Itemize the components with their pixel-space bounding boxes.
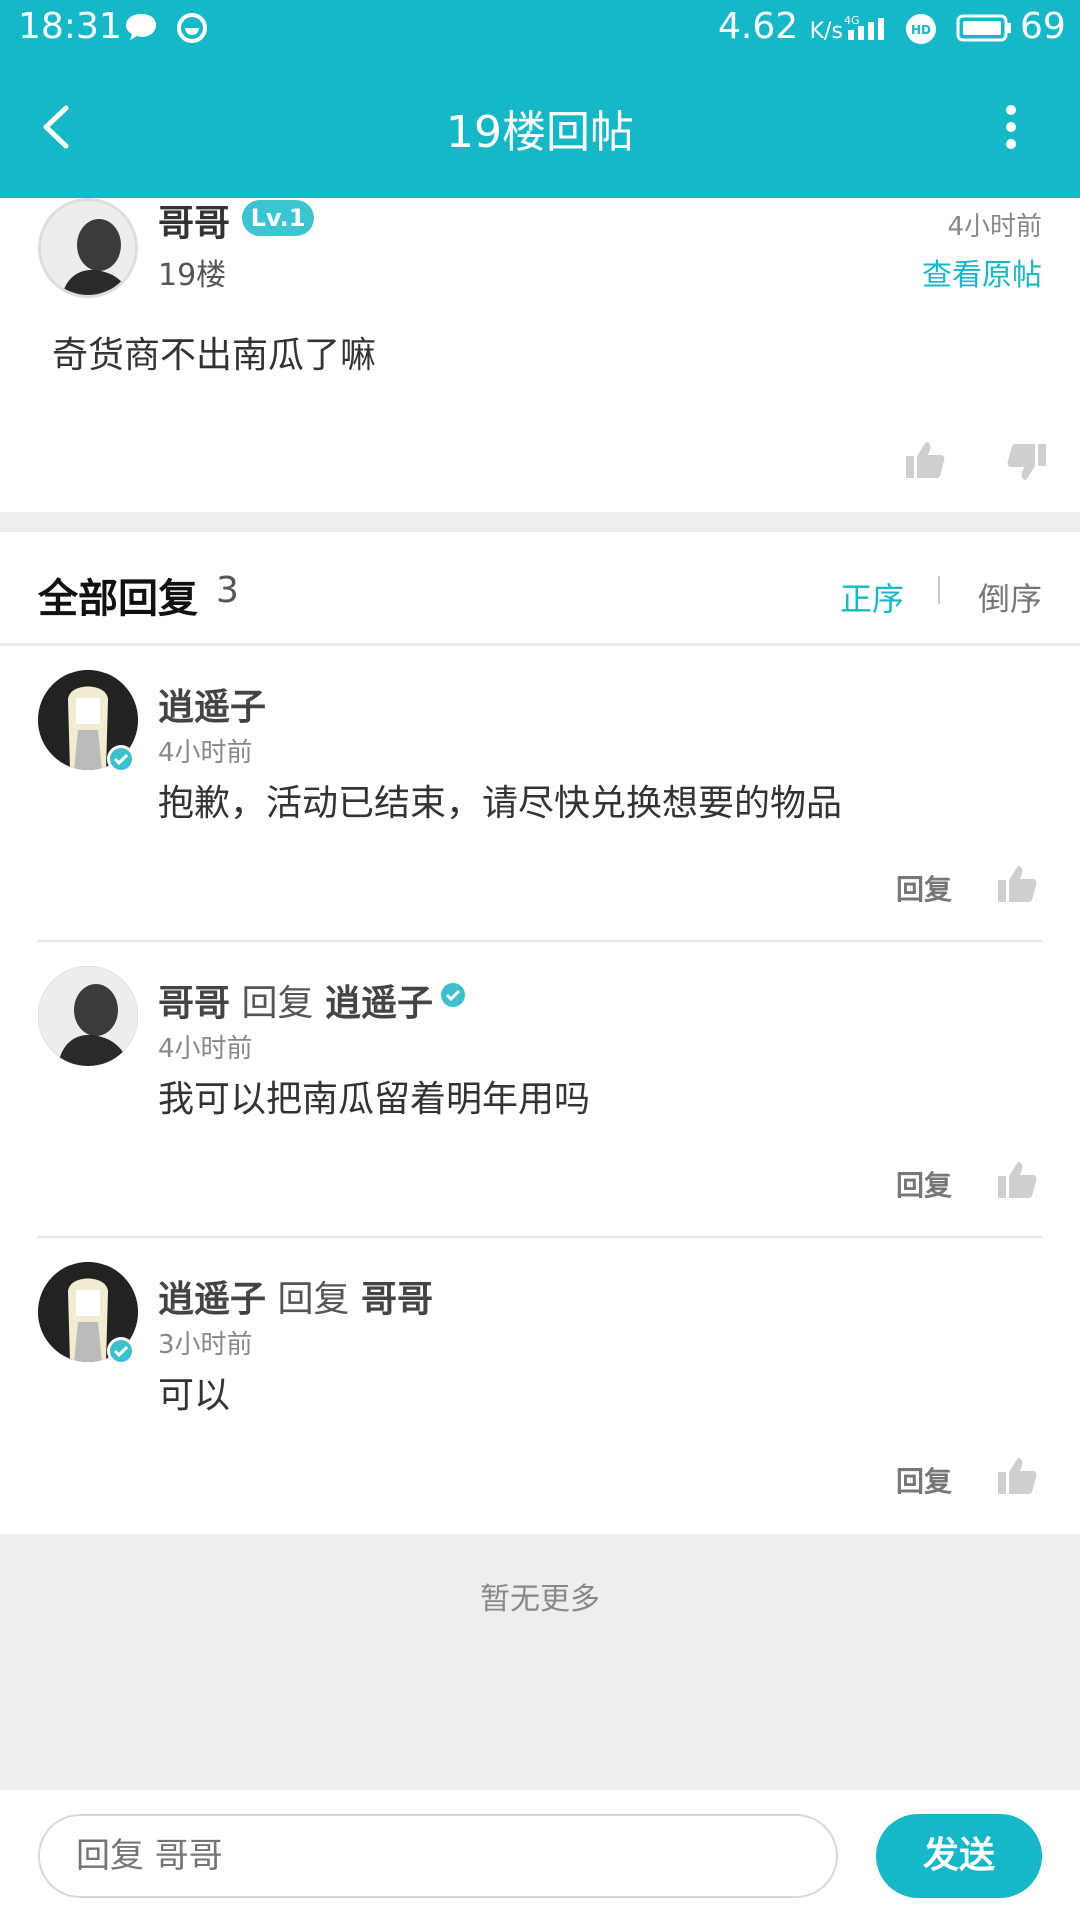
reply-button[interactable]: 回复: [896, 868, 952, 908]
reply-to-word: 回复: [241, 983, 314, 1024]
app-notification-icon: [177, 13, 207, 43]
replies-count: 3: [216, 570, 239, 611]
commenter-name[interactable]: 逍遥子: [158, 687, 266, 728]
floor-post: 哥哥 Lv.1 19楼 4小时前 查看原帖 奇货商不出南瓜了嘛: [0, 198, 1080, 512]
thumbs-down-icon[interactable]: [1006, 442, 1048, 484]
commenter-avatar[interactable]: [38, 966, 138, 1066]
more-options-icon[interactable]: [996, 102, 1026, 152]
comment-time: 4小时前: [158, 738, 253, 768]
verified-badge-icon: [441, 983, 465, 1007]
svg-text:HD: HD: [911, 23, 931, 37]
thumbs-up-icon[interactable]: [996, 1454, 1038, 1496]
post-time: 4小时前: [947, 212, 1042, 242]
reply-button[interactable]: 回复: [896, 1460, 952, 1500]
no-more-text: 暂无更多: [480, 1582, 600, 1617]
status-bar: 18:31 4.62 K/s 4G HD 69: [0, 0, 1080, 56]
comment-text: 我可以把南瓜留着明年用吗: [158, 1079, 591, 1120]
battery-icon: [956, 14, 1011, 42]
comment-text: 可以: [158, 1375, 231, 1416]
thumbs-up-icon[interactable]: [904, 438, 946, 480]
sort-separator: [938, 576, 940, 604]
network-speed: 4.62 K/s: [718, 6, 843, 47]
signal-4g-icon: 4G: [844, 14, 884, 40]
commenter-name[interactable]: 哥哥: [158, 983, 230, 1024]
verified-badge-icon: [107, 1337, 135, 1365]
page-title: 19楼回帖: [446, 107, 634, 158]
avatar-photo-icon: [38, 966, 138, 1066]
floor-number: 19楼: [158, 258, 227, 293]
section-divider: [0, 512, 1080, 532]
comment-item: 逍遥子 回复 哥哥 3小时前 可以 回复: [0, 1238, 1080, 1534]
network-speed-unit: K/s: [809, 19, 843, 44]
author-avatar[interactable]: [38, 198, 138, 298]
reply-to-word: 回复: [277, 1279, 350, 1320]
no-more-section: 暂无更多: [0, 1534, 1080, 1790]
view-original-link[interactable]: 查看原帖: [922, 250, 1042, 294]
hd-voice-icon: HD: [906, 14, 936, 44]
status-time: 18:31: [18, 6, 122, 47]
verified-badge-icon: [107, 745, 135, 773]
comment-name-line: 逍遥子 回复 哥哥: [158, 1270, 433, 1322]
thumbs-up-icon[interactable]: [996, 862, 1038, 904]
reply-target-name[interactable]: 哥哥: [361, 1279, 433, 1320]
comment-item: 逍遥子 4小时前 抱歉，活动已结束，请尽快兑换想要的物品 回复: [0, 646, 1080, 942]
comment-text: 抱歉，活动已结束，请尽快兑换想要的物品: [158, 783, 843, 824]
battery-level: 69: [1020, 6, 1066, 47]
app-bar: 19楼回帖: [0, 56, 1080, 198]
comment-time: 3小时前: [158, 1330, 253, 1360]
reply-composer: 发送: [0, 1790, 1080, 1920]
replies-title: 全部回复: [38, 576, 198, 622]
reply-input[interactable]: [38, 1814, 838, 1898]
chat-bubble-icon: [126, 14, 156, 40]
network-speed-value: 4.62: [718, 6, 799, 47]
post-content: 奇货商不出南瓜了嘛: [52, 335, 377, 376]
comment-name-line: 哥哥 回复 逍遥子: [158, 974, 433, 1026]
replies-header: 全部回复 3 正序 倒序: [0, 532, 1080, 646]
avatar-photo-icon: [41, 201, 135, 295]
commenter-name[interactable]: 逍遥子: [158, 1279, 266, 1320]
svg-text:4G: 4G: [844, 14, 860, 27]
comment-time: 4小时前: [158, 1034, 253, 1064]
sort-descending-tab[interactable]: 倒序: [978, 574, 1042, 620]
comment-name-line: 逍遥子: [158, 678, 266, 730]
sort-ascending-tab[interactable]: 正序: [840, 574, 904, 620]
reply-button[interactable]: 回复: [896, 1164, 952, 1204]
level-badge: Lv.1: [242, 200, 314, 236]
comment-item: 哥哥 回复 逍遥子 4小时前 我可以把南瓜留着明年用吗 回复: [0, 942, 1080, 1238]
reply-target-name[interactable]: 逍遥子: [325, 983, 433, 1024]
send-button[interactable]: 发送: [876, 1814, 1042, 1898]
thumbs-up-icon[interactable]: [996, 1158, 1038, 1200]
post-author-name[interactable]: 哥哥: [158, 194, 230, 246]
